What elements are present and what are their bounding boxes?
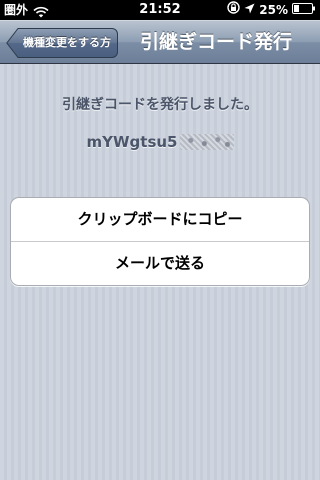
transfer-code-text: mYWgtsu5	[86, 132, 178, 151]
action-button-group: クリップボードにコピー メールで送る	[10, 197, 310, 286]
copy-to-clipboard-button[interactable]: クリップボードにコピー	[11, 198, 309, 241]
status-right: 25%	[227, 0, 316, 20]
back-button-label: 機種変更をする方	[23, 36, 111, 49]
navigation-bar: 機種変更をする方 引継ぎコード発行	[0, 20, 320, 64]
status-bar: 圏外 21:52 25%	[0, 0, 320, 20]
battery-percent: 25%	[259, 3, 288, 17]
battery-icon	[292, 0, 316, 20]
rotation-lock-icon	[227, 0, 240, 20]
success-message: 引継ぎコードを発行しました。	[62, 97, 258, 113]
page-title: 引継ぎコード発行	[139, 31, 292, 53]
masked-code-pixelation	[179, 133, 234, 150]
send-by-mail-button[interactable]: メールで送る	[11, 242, 309, 285]
transfer-code: mYWgtsu5	[0, 131, 320, 151]
back-button[interactable]: 機種変更をする方	[6, 28, 118, 58]
location-arrow-icon	[244, 0, 255, 20]
